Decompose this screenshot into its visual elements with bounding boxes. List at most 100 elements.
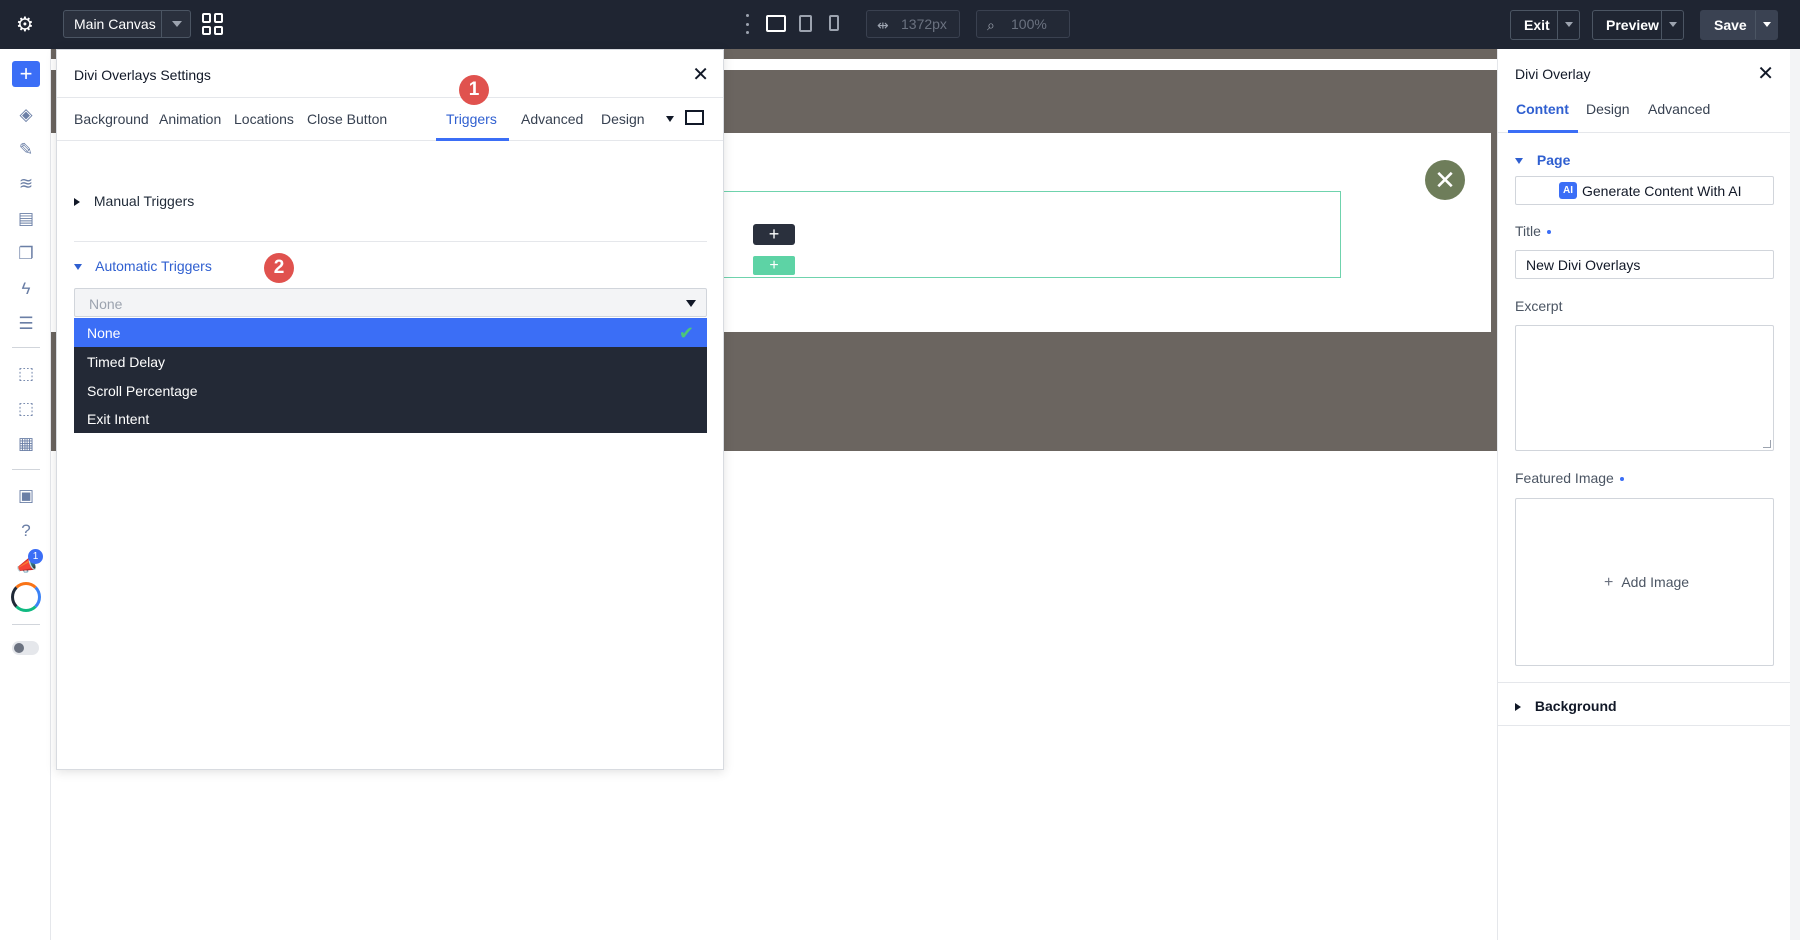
tab-triggers[interactable]: Triggers: [446, 111, 497, 127]
active-tab-indicator: [436, 138, 509, 141]
close-icon[interactable]: ✕: [1757, 61, 1774, 86]
preview-label: Preview: [1606, 17, 1659, 33]
canvas-width-value: 1372px: [901, 16, 947, 32]
canvas-width-input[interactable]: ⇹ 1372px: [866, 10, 960, 38]
option-label: Timed Delay: [87, 354, 166, 370]
option-scroll-percentage[interactable]: Scroll Percentage: [74, 376, 707, 405]
excerpt-label: Excerpt: [1515, 298, 1563, 314]
save-dropdown-toggle[interactable]: [1755, 11, 1777, 39]
preview-dropdown-toggle[interactable]: [1661, 11, 1683, 39]
save-button[interactable]: Save: [1700, 10, 1778, 40]
option-exit-intent[interactable]: Exit Intent: [74, 404, 707, 433]
more-vertical-icon[interactable]: [744, 14, 750, 34]
select-value: None: [89, 296, 123, 312]
help-icon[interactable]: ?: [16, 521, 36, 541]
section-divider: [1498, 682, 1791, 683]
tab-content[interactable]: Content: [1516, 101, 1569, 117]
overlay-settings-modal: Divi Overlays Settings ✕ Background Anim…: [56, 49, 724, 770]
zoom-input[interactable]: ⌕ 100%: [976, 10, 1070, 38]
tab-design[interactable]: Design: [1586, 101, 1630, 117]
more-tabs-icon[interactable]: [666, 116, 674, 122]
tab-background[interactable]: Background: [74, 111, 149, 127]
tab-advanced[interactable]: Advanced: [1648, 101, 1710, 117]
chevron-down-icon: [172, 21, 182, 27]
lightning-icon[interactable]: ϟ: [16, 279, 36, 299]
title-input[interactable]: New Divi Overlays: [1515, 250, 1774, 279]
title-label-text: Title: [1515, 223, 1541, 239]
database-icon[interactable]: ≋: [16, 174, 36, 194]
tab-design[interactable]: Design: [601, 111, 645, 127]
tab-locations[interactable]: Locations: [234, 111, 294, 127]
modal-header: Divi Overlays Settings ✕: [57, 50, 723, 98]
automatic-triggers-toggle[interactable]: Automatic Triggers: [74, 258, 212, 274]
generate-ai-button[interactable]: AI Generate Content With AI: [1515, 176, 1774, 205]
step-badge-2: 2: [264, 253, 294, 283]
caret-right-icon: [1515, 703, 1521, 712]
featured-image-dropzone[interactable]: + Add Image: [1515, 498, 1774, 666]
page-section-toggle[interactable]: Page: [1515, 152, 1570, 168]
copy-pages-icon[interactable]: ❐: [16, 244, 36, 264]
add-section-button[interactable]: +: [753, 256, 795, 275]
required-dot: [1619, 477, 1624, 482]
add-module-button[interactable]: +: [12, 61, 40, 87]
design-library-icon[interactable]: ✎: [16, 140, 36, 160]
caret-down-icon: [1515, 158, 1523, 165]
ai-icon: AI: [1559, 182, 1577, 199]
select-cursor-icon[interactable]: ⬚: [16, 364, 36, 384]
featured-image-label-text: Featured Image: [1515, 470, 1614, 486]
overlay-close-icon[interactable]: ✕: [1425, 160, 1465, 200]
page-settings-icon[interactable]: ▤: [16, 209, 36, 229]
page-section-label: Page: [1536, 152, 1571, 168]
gear-icon[interactable]: ⚙: [0, 0, 50, 49]
excerpt-textarea[interactable]: [1515, 325, 1774, 451]
section-outline[interactable]: [721, 191, 1341, 278]
layouts-icon[interactable]: ▣: [16, 486, 36, 506]
section-divider: [1498, 725, 1791, 726]
exit-button[interactable]: Exit: [1510, 10, 1580, 40]
manual-triggers-toggle[interactable]: Manual Triggers: [74, 193, 194, 209]
canvas-select[interactable]: Main Canvas: [63, 10, 191, 38]
automatic-trigger-select[interactable]: None: [74, 288, 707, 317]
panel-title: Divi Overlay: [1515, 66, 1591, 82]
option-label: None: [87, 325, 121, 341]
mode-toggle[interactable]: [12, 641, 39, 655]
tablet-view-icon[interactable]: [799, 15, 812, 32]
preview-button[interactable]: Preview: [1592, 10, 1684, 40]
zoom-icon: ⌕: [987, 17, 995, 33]
expand-modal-icon[interactable]: [685, 110, 704, 125]
modal-tabs: Background Animation Locations Close But…: [57, 99, 723, 141]
add-row-button[interactable]: +: [753, 224, 795, 245]
caret-right-icon: [74, 198, 80, 207]
section-divider: [74, 241, 707, 242]
plus-icon: +: [1604, 574, 1614, 591]
generate-ai-label: Generate Content With AI: [1582, 183, 1742, 199]
add-image-button[interactable]: + Add Image: [1604, 574, 1689, 592]
template-settings-icon[interactable]: ▦: [16, 434, 36, 454]
close-icon[interactable]: ✕: [692, 62, 709, 87]
trigger-dropdown-list: None ✔ Timed Delay Scroll Percentage Exi…: [74, 318, 707, 433]
tab-animation[interactable]: Animation: [159, 111, 221, 127]
background-section-toggle[interactable]: Background: [1515, 698, 1617, 714]
zoom-value: 100%: [1011, 16, 1047, 32]
layers-icon[interactable]: ◈: [16, 105, 36, 125]
rail-divider: [12, 469, 40, 470]
panel-scrollbar[interactable]: [1790, 49, 1800, 940]
option-label: Scroll Percentage: [87, 383, 198, 399]
tab-close-button[interactable]: Close Button: [307, 111, 387, 127]
divi-logo-icon[interactable]: [11, 582, 41, 612]
desktop-view-icon[interactable]: [766, 15, 786, 32]
select-multi-icon[interactable]: ⬚: [16, 399, 36, 419]
notification-badge: 1: [28, 549, 43, 564]
select-divider: [161, 11, 162, 37]
exit-label: Exit: [1524, 17, 1550, 33]
option-none[interactable]: None ✔: [74, 318, 707, 347]
resize-handle-icon[interactable]: [1763, 440, 1771, 448]
title-input-value: New Divi Overlays: [1526, 257, 1641, 273]
grid-layout-icon[interactable]: [202, 13, 224, 35]
option-timed-delay[interactable]: Timed Delay: [74, 347, 707, 376]
right-settings-panel: Divi Overlay ✕ Content Design Advanced P…: [1497, 49, 1791, 940]
sliders-icon[interactable]: ☰: [16, 314, 36, 334]
exit-dropdown-toggle[interactable]: [1557, 11, 1579, 39]
tab-advanced[interactable]: Advanced: [521, 111, 583, 127]
phone-view-icon[interactable]: [829, 15, 839, 31]
